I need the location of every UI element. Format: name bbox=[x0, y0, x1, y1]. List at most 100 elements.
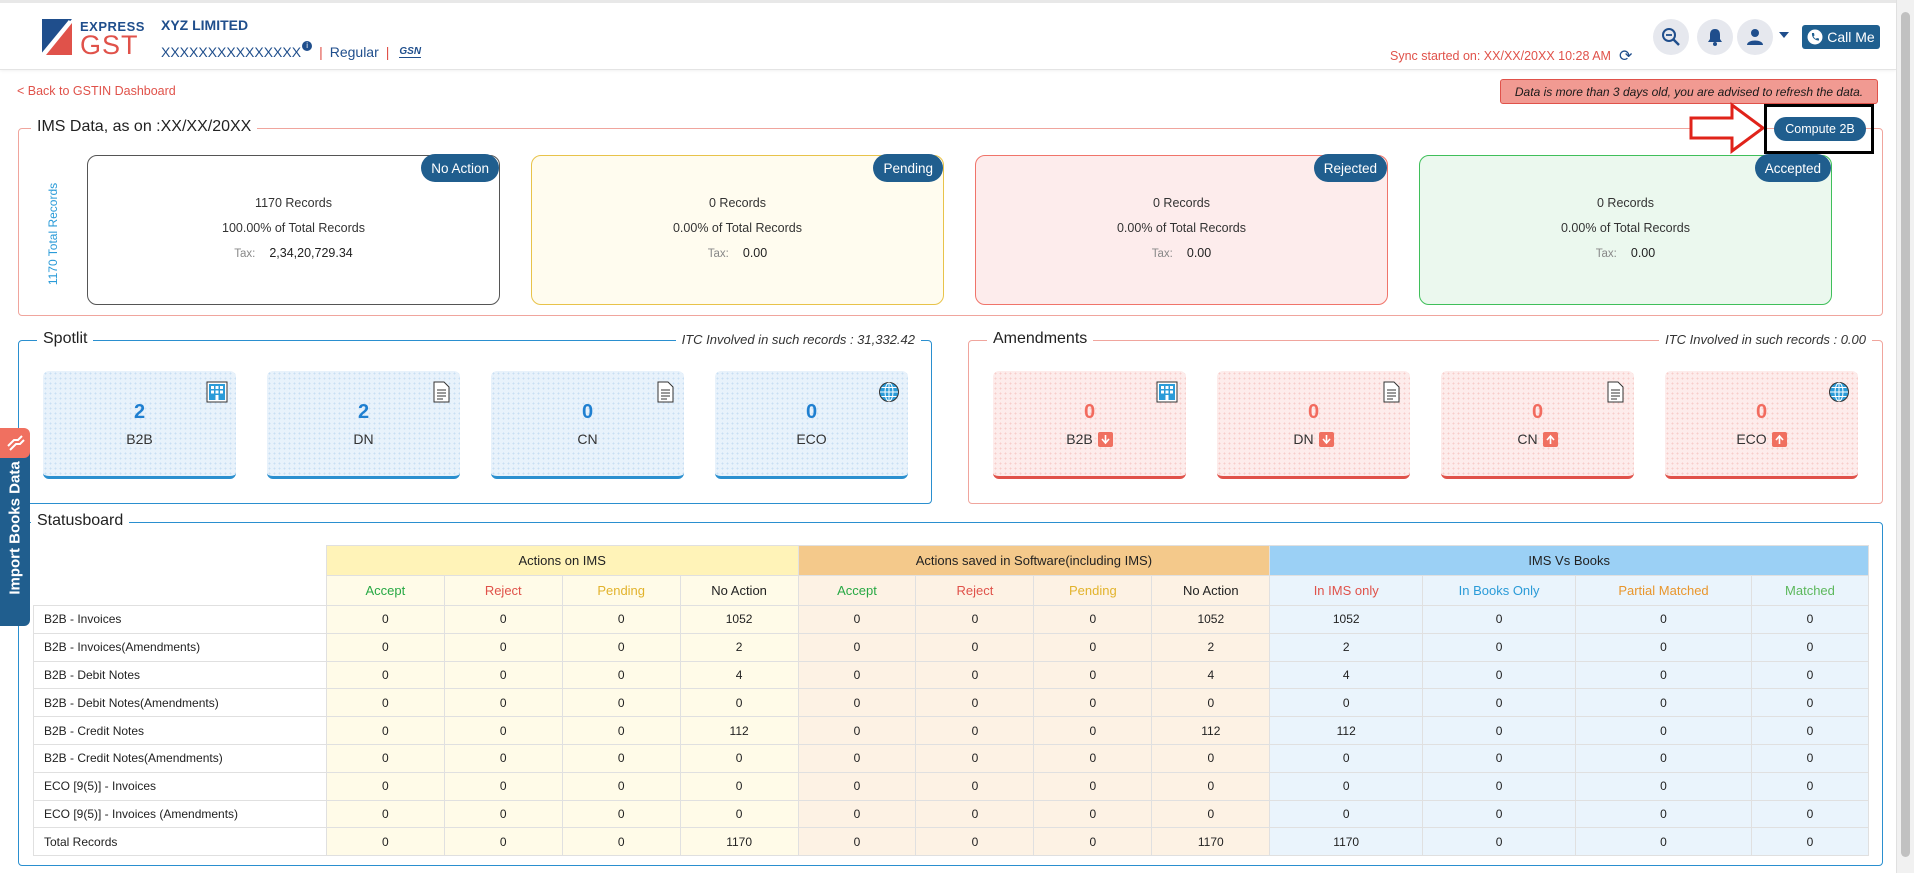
pending-card[interactable]: Pending 0 Records 0.00% of Total Records… bbox=[531, 154, 944, 305]
search-zoom-button[interactable] bbox=[1653, 19, 1689, 55]
info-icon[interactable]: i bbox=[302, 41, 313, 51]
amend-tile-cn[interactable]: 0 CN bbox=[1441, 371, 1634, 479]
table-cell[interactable]: 0 bbox=[797, 716, 917, 745]
table-cell[interactable]: 0 bbox=[1151, 799, 1271, 829]
table-cell[interactable]: 0 bbox=[1750, 660, 1870, 690]
table-cell[interactable]: 0 bbox=[1269, 799, 1424, 829]
table-row[interactable]: Total Records 0 0 0 1170 0 0 0 1170 1170 0 0 0 bbox=[33, 827, 1870, 857]
table-cell[interactable]: 0 bbox=[1151, 771, 1271, 801]
table-row[interactable]: B2B - Invoices 0 0 0 1052 0 0 0 1052 1052 0 0 0 bbox=[33, 605, 1870, 634]
table-cell[interactable]: 0 bbox=[443, 660, 563, 690]
spotlit-tile-b2b[interactable]: 2 B2B bbox=[43, 371, 236, 479]
no-action-card[interactable]: No Action 1170 Records 100.00% of Total … bbox=[87, 154, 500, 305]
table-cell[interactable]: 0 bbox=[325, 716, 445, 745]
table-cell[interactable]: 0 bbox=[1269, 771, 1424, 801]
scrollbar-thumb[interactable] bbox=[1901, 12, 1910, 857]
table-cell[interactable]: 0 bbox=[561, 771, 681, 801]
table-cell[interactable]: 0 bbox=[1750, 716, 1870, 745]
rejected-card[interactable]: Rejected 0 Records 0.00% of Total Record… bbox=[975, 154, 1388, 305]
table-cell[interactable]: 2 bbox=[679, 632, 799, 662]
import-books-data-tab[interactable]: Import Books Data bbox=[0, 430, 30, 626]
table-cell[interactable]: 0 bbox=[915, 743, 1035, 773]
express-gst-logo[interactable]: EXPRESS GST bbox=[40, 17, 144, 60]
gstin-number[interactable]: XXXXXXXXXXXXXXX bbox=[161, 44, 301, 60]
table-cell[interactable]: 0 bbox=[561, 716, 681, 745]
table-cell[interactable]: 0 bbox=[325, 827, 445, 857]
table-cell[interactable]: 0 bbox=[1750, 688, 1870, 718]
table-cell[interactable]: 0 bbox=[1033, 632, 1153, 662]
table-cell[interactable]: 0 bbox=[1033, 827, 1153, 857]
table-cell[interactable]: 0 bbox=[1422, 632, 1577, 662]
table-row[interactable]: B2B - Invoices(Amendments) 0 0 0 2 0 0 0 2 2 0 0 0 bbox=[33, 632, 1870, 662]
table-cell[interactable]: 0 bbox=[1422, 771, 1577, 801]
table-cell[interactable]: 0 bbox=[1575, 743, 1752, 773]
table-cell[interactable]: 0 bbox=[1033, 660, 1153, 690]
table-cell[interactable]: 0 bbox=[1422, 688, 1577, 718]
table-cell[interactable]: 0 bbox=[1575, 827, 1752, 857]
table-cell[interactable]: 0 bbox=[1151, 743, 1271, 773]
table-cell[interactable]: 0 bbox=[443, 716, 563, 745]
col-no-action[interactable]: No Action bbox=[1151, 575, 1271, 606]
table-cell[interactable]: 0 bbox=[443, 799, 563, 829]
table-cell[interactable]: 0 bbox=[1033, 771, 1153, 801]
table-cell[interactable]: 0 bbox=[797, 799, 917, 829]
amend-tile-eco[interactable]: 0 ECO bbox=[1665, 371, 1858, 479]
table-cell[interactable]: 0 bbox=[325, 660, 445, 690]
table-cell[interactable]: 0 bbox=[561, 799, 681, 829]
table-cell[interactable]: 0 bbox=[1575, 799, 1752, 829]
table-cell[interactable]: 0 bbox=[443, 605, 563, 634]
amend-tile-b2b[interactable]: 0 B2B bbox=[993, 371, 1186, 479]
table-cell[interactable]: 1052 bbox=[1269, 605, 1424, 634]
table-cell[interactable]: 0 bbox=[915, 771, 1035, 801]
col-no-action[interactable]: No Action bbox=[679, 575, 799, 606]
table-cell[interactable]: 0 bbox=[797, 660, 917, 690]
table-cell[interactable]: 0 bbox=[1422, 605, 1577, 634]
col-in-books-only[interactable]: In Books Only bbox=[1422, 575, 1577, 606]
table-cell[interactable]: 0 bbox=[1422, 660, 1577, 690]
col-accept[interactable]: Accept bbox=[797, 575, 917, 606]
col-pending[interactable]: Pending bbox=[1033, 575, 1153, 606]
user-menu-button[interactable] bbox=[1737, 19, 1773, 55]
table-cell[interactable]: 0 bbox=[797, 605, 917, 634]
spotlit-tile-dn[interactable]: 2 DN bbox=[267, 371, 460, 479]
table-cell[interactable]: 0 bbox=[561, 605, 681, 634]
table-cell[interactable]: 0 bbox=[1269, 688, 1424, 718]
table-cell[interactable]: 112 bbox=[679, 716, 799, 745]
accepted-card[interactable]: Accepted 0 Records 0.00% of Total Record… bbox=[1419, 154, 1832, 305]
table-cell[interactable]: 0 bbox=[1750, 605, 1870, 634]
table-cell[interactable]: 2 bbox=[1151, 632, 1271, 662]
table-cell[interactable]: 4 bbox=[1151, 660, 1271, 690]
table-cell[interactable]: 0 bbox=[443, 771, 563, 801]
table-cell[interactable]: 0 bbox=[915, 827, 1035, 857]
table-cell[interactable]: 0 bbox=[1422, 743, 1577, 773]
table-cell[interactable]: 112 bbox=[1269, 716, 1424, 745]
table-cell[interactable]: 0 bbox=[325, 605, 445, 634]
table-cell[interactable]: 0 bbox=[325, 771, 445, 801]
table-cell[interactable]: 0 bbox=[679, 771, 799, 801]
table-cell[interactable]: 0 bbox=[325, 688, 445, 718]
spotlit-tile-eco[interactable]: 0 ECO bbox=[715, 371, 908, 479]
table-cell[interactable]: 0 bbox=[1422, 827, 1577, 857]
table-cell[interactable]: 0 bbox=[1575, 660, 1752, 690]
call-me-button[interactable]: Call Me bbox=[1802, 25, 1880, 49]
table-cell[interactable]: 0 bbox=[443, 743, 563, 773]
table-cell[interactable]: 0 bbox=[915, 632, 1035, 662]
col-reject[interactable]: Reject bbox=[915, 575, 1035, 606]
back-to-dashboard-link[interactable]: < Back to GSTIN Dashboard bbox=[17, 84, 176, 98]
table-cell[interactable]: 1052 bbox=[1151, 605, 1271, 634]
table-cell[interactable]: 0 bbox=[1269, 743, 1424, 773]
table-cell[interactable]: 0 bbox=[1750, 632, 1870, 662]
table-row[interactable]: ECO [9(5)] - Invoices (Amendments) 0 0 0 0 0 0… bbox=[33, 799, 1870, 829]
table-cell[interactable]: 0 bbox=[1750, 743, 1870, 773]
table-cell[interactable]: 0 bbox=[1033, 743, 1153, 773]
table-cell[interactable]: 0 bbox=[561, 743, 681, 773]
table-cell[interactable]: 1170 bbox=[1269, 827, 1424, 857]
table-cell[interactable]: 0 bbox=[561, 827, 681, 857]
table-cell[interactable]: 0 bbox=[915, 799, 1035, 829]
table-cell[interactable]: 0 bbox=[915, 605, 1035, 634]
table-cell[interactable]: 0 bbox=[1575, 688, 1752, 718]
import-icon[interactable] bbox=[0, 428, 30, 458]
table-cell[interactable]: 1170 bbox=[1151, 827, 1271, 857]
col-partial-matched[interactable]: Partial Matched bbox=[1575, 575, 1752, 606]
vertical-scrollbar[interactable] bbox=[1896, 0, 1914, 873]
